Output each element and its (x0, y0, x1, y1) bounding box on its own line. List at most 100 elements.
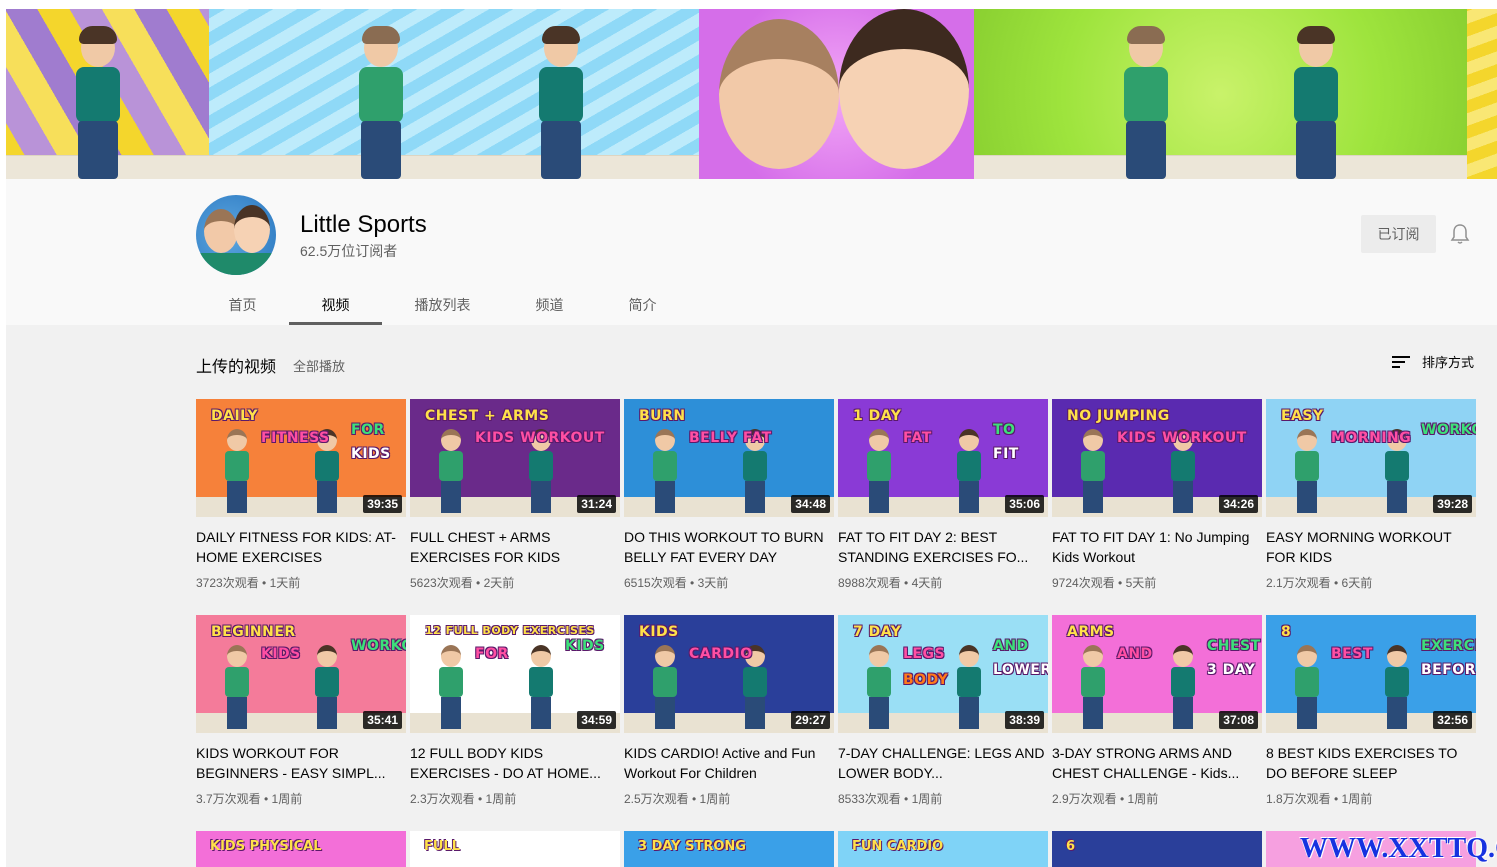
video-title[interactable]: 12 FULL BODY KIDS EXERCISES - DO AT HOME… (410, 743, 620, 783)
video-title[interactable]: EASY MORNING WORKOUT FOR KIDS (1266, 527, 1476, 567)
video-title[interactable]: 7-DAY CHALLENGE: LEGS AND LOWER BODY... (838, 743, 1048, 783)
video-meta: 8988次观看 • 4天前 (838, 576, 943, 590)
thumbnail-text: 7 DAY (853, 624, 902, 640)
video-card[interactable]: ARMS AND CHEST 3 DAY 37:08 3-DAY STRONG ARMS … (1052, 615, 1262, 807)
video-meta: 3723次观看 • 1天前 (196, 576, 301, 590)
boy-figure (956, 429, 982, 513)
thumbnail-text: TO (993, 422, 1016, 438)
thumbnail-text: CARDIO (689, 646, 753, 662)
video-thumbnail[interactable]: BURN BELLY FAT 34:48 (624, 399, 834, 517)
video-thumbnail[interactable]: EASY MORNING WORKOUT 39:28 (1266, 399, 1476, 517)
video-card[interactable]: DAILY FITNESS FOR KIDS 39:35 DAILY FITNESS FO… (196, 399, 406, 591)
video-thumbnail-partial[interactable]: KIDS PHYSICAL (196, 831, 406, 867)
video-thumbnail[interactable]: KIDS CARDIO 29:27 (624, 615, 834, 733)
subscribed-button[interactable]: 已订阅 (1361, 215, 1436, 253)
video-thumbnail-partial[interactable]: FULL (410, 831, 620, 867)
thumbnail-text: BEST (1331, 646, 1373, 662)
thumbnail-text: LOWER (993, 662, 1048, 678)
tab-playlists[interactable]: 播放列表 (382, 283, 503, 325)
video-duration: 32:56 (1433, 711, 1472, 729)
tab-home[interactable]: 首页 (196, 283, 289, 325)
video-thumbnail[interactable]: DAILY FITNESS FOR KIDS 39:35 (196, 399, 406, 517)
video-card[interactable]: 7 DAY LEGS AND LOWER BODY 38:39 7-DAY CHALLENG… (838, 615, 1048, 807)
thumbnail-text: AND (993, 638, 1029, 654)
girl-figure (1294, 429, 1320, 513)
channel-name: Little Sports (300, 211, 427, 238)
video-duration: 35:06 (1005, 495, 1044, 513)
video-card[interactable]: BURN BELLY FAT 34:48 DO THIS WORKOUT TO BUR… (624, 399, 834, 591)
video-title[interactable]: FULL CHEST + ARMS EXERCISES FOR KIDS (410, 527, 620, 567)
video-meta: 3.7万次观看 • 1周前 (196, 792, 303, 806)
video-title[interactable]: KIDS CARDIO! Active and Fun Workout For … (624, 743, 834, 783)
thumbnail-text: FAT (903, 430, 932, 446)
thumbnail-text: MORNING (1331, 430, 1412, 446)
video-title[interactable]: FAT TO FIT DAY 2: BEST STANDING EXERCISE… (838, 527, 1048, 567)
thumbnail-text: EXERCISES (1421, 638, 1476, 654)
video-card[interactable]: BEGINNER KIDS WORKOUT 35:41 KIDS WORKOUT FOR… (196, 615, 406, 807)
video-meta: 2.3万次观看 • 1周前 (410, 792, 517, 806)
banner-boy-figure (529, 26, 589, 179)
video-card[interactable]: KIDS CARDIO 29:27 KIDS CARDIO! Active and F… (624, 615, 834, 807)
video-thumbnail[interactable]: 7 DAY LEGS AND LOWER BODY 38:39 (838, 615, 1048, 733)
tab-about[interactable]: 简介 (596, 283, 689, 325)
banner-girl-figure (1114, 26, 1174, 179)
thumbnail-text: KIDS WORKOUT (1117, 430, 1247, 446)
video-thumbnail[interactable]: 1 DAY FAT TO FIT 35:06 (838, 399, 1048, 517)
video-thumbnail[interactable]: NO JUMPING KIDS WORKOUT 34:26 (1052, 399, 1262, 517)
channel-avatar[interactable] (196, 195, 276, 275)
video-duration: 37:08 (1219, 711, 1258, 729)
thumbnail-text: 12 FULL BODY EXERCISES (425, 624, 595, 637)
boy-figure (314, 645, 340, 729)
video-duration: 34:26 (1219, 495, 1258, 513)
thumbnail-text: CHEST (1207, 638, 1261, 654)
thumbnail-text: 6 (1066, 839, 1076, 854)
video-thumbnail[interactable]: ARMS AND CHEST 3 DAY 37:08 (1052, 615, 1262, 733)
video-thumbnail[interactable]: 12 FULL BODY EXERCISES FOR KIDS 34:59 (410, 615, 620, 733)
sort-button[interactable]: 排序方式 (1392, 352, 1474, 371)
banner-panel-2 (209, 9, 699, 179)
video-thumbnail[interactable]: BEGINNER KIDS WORKOUT 35:41 (196, 615, 406, 733)
video-card[interactable]: 12 FULL BODY EXERCISES FOR KIDS 34:59 12 FUL… (410, 615, 620, 807)
video-duration: 38:39 (1005, 711, 1044, 729)
bell-icon[interactable] (1450, 223, 1470, 245)
thumbnail-text: KIDS WORKOUT (475, 430, 605, 446)
video-card[interactable]: EASYMORNINGWORKOUT39:28EASY MORNING WORK… (1266, 399, 1476, 591)
girl-figure (224, 645, 250, 729)
video-duration: 34:48 (791, 495, 830, 513)
watermark: WWW.XXTTQ.COM (1300, 833, 1497, 864)
thumbnail-text: 1 DAY (853, 408, 902, 424)
thumbnail-text: LEGS (903, 646, 946, 662)
thumbnail-text: EASY (1281, 408, 1324, 424)
thumbnail-text: FUN CARDIO (852, 839, 944, 854)
girl-figure (438, 645, 464, 729)
video-card[interactable]: 8 BEST EXERCISES BEFORE SLEEP 32:56 8 BEST KI… (1266, 615, 1476, 807)
video-thumbnail[interactable]: 8 BEST EXERCISES BEFORE SLEEP 32:56 (1266, 615, 1476, 733)
video-title[interactable]: DAILY FITNESS FOR KIDS: AT-HOME EXERCISE… (196, 527, 406, 567)
video-title[interactable]: DO THIS WORKOUT TO BURN BELLY FAT EVERY … (624, 527, 834, 567)
video-thumbnail-partial[interactable]: 3 DAY STRONG (624, 831, 834, 867)
thumbnail-text: KIDS (639, 624, 679, 640)
video-card[interactable]: 1 DAY FAT TO FIT 35:06 FAT TO FIT DAY 2: BEST… (838, 399, 1048, 591)
video-title[interactable]: 3-DAY STRONG ARMS AND CHEST CHALLENGE - … (1052, 743, 1262, 783)
thumbnail-text: 8 (1281, 624, 1292, 640)
video-thumbnail-partial[interactable]: 6 (1052, 831, 1262, 867)
video-title[interactable]: 8 BEST KIDS EXERCISES TO DO BEFORE SLEEP (1266, 743, 1476, 783)
banner-panel-3 (699, 9, 974, 179)
video-title[interactable]: KIDS WORKOUT FOR BEGINNERS - EASY SIMPL.… (196, 743, 406, 783)
tab-videos[interactable]: 视频 (289, 283, 382, 325)
thumbnail-text: BELLY FAT (689, 430, 772, 446)
thumbnail-text: NO JUMPING (1067, 408, 1170, 424)
thumbnail-text: KIDS (261, 646, 301, 662)
channel-header: Little Sports 62.5万位订阅者 已订阅 首页 视频 播放列表 频… (6, 179, 1497, 325)
video-thumbnail-partial[interactable]: FUN CARDIO (838, 831, 1048, 867)
thumbnail-text: ARMS (1067, 624, 1115, 640)
video-card[interactable]: CHEST + ARMS KIDS WORKOUT 31:24 FULL CHEST … (410, 399, 620, 591)
video-thumbnail[interactable]: CHEST + ARMS KIDS WORKOUT 31:24 (410, 399, 620, 517)
tab-channels[interactable]: 频道 (503, 283, 596, 325)
video-title[interactable]: FAT TO FIT DAY 1: No Jumping Kids Workou… (1052, 527, 1262, 567)
play-all-button[interactable]: 全部播放 (293, 356, 345, 375)
sort-icon (1392, 355, 1410, 369)
video-meta: 9724次观看 • 5天前 (1052, 576, 1157, 590)
video-card[interactable]: NO JUMPING KIDS WORKOUT 34:26 FAT TO FIT DA… (1052, 399, 1262, 591)
banner-girl-figure (349, 26, 409, 179)
